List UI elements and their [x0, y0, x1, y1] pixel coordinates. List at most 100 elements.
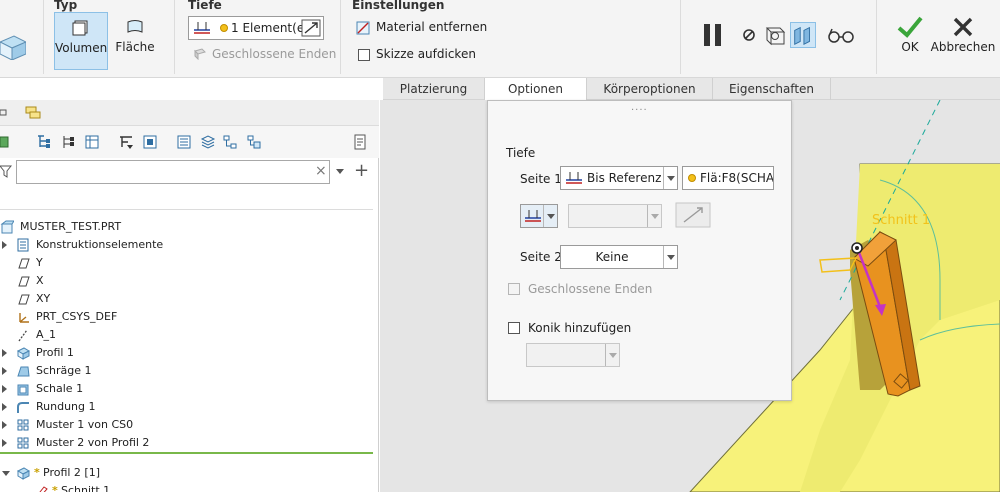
closed-ends-checkbox[interactable] [508, 283, 520, 295]
tab-options[interactable]: Optionen [485, 78, 587, 101]
ok-button-label: OK [901, 40, 919, 54]
taper-angle-select[interactable] [526, 343, 620, 367]
cancel-button[interactable]: Abbrechen [930, 14, 996, 62]
tree-filter-input[interactable] [16, 160, 330, 184]
expand-icon[interactable] [2, 439, 7, 447]
tree-item[interactable]: Rundung 1 [0, 398, 373, 416]
tree-item[interactable]: A_1 [0, 326, 373, 344]
volume-button[interactable]: Volumen [54, 12, 108, 70]
expand-icon[interactable] [2, 349, 7, 357]
layers-icon[interactable] [200, 134, 216, 150]
tree-settings-icon[interactable] [118, 134, 134, 150]
pattern-icon [17, 419, 29, 431]
tree-item[interactable]: MUSTER_TEST.PRT [0, 218, 373, 236]
filter-dropdown-icon[interactable] [336, 169, 344, 174]
tree-item-label: Muster 2 von Profil 2 [36, 436, 150, 449]
part-tree-icon[interactable] [0, 134, 10, 150]
depth-symbol-icon [525, 210, 541, 222]
tree-item[interactable]: Y [0, 254, 373, 272]
hierarchy-icon[interactable] [222, 134, 238, 150]
preview-mesh-icon[interactable] [762, 22, 788, 48]
side1-depth-value-select[interactable] [568, 204, 662, 228]
glasses-icon[interactable] [826, 22, 856, 48]
side2-depth-select[interactable]: Keine [560, 245, 678, 269]
tree-item[interactable]: Profil 1 [0, 344, 373, 362]
expand-icon[interactable] [2, 367, 7, 375]
cancel-button-label: Abbrechen [930, 40, 996, 54]
separator [876, 0, 877, 74]
surface-icon [127, 20, 143, 33]
tree-item-label: Y [36, 256, 43, 269]
layer-icon [17, 238, 29, 252]
tree-structure-icon[interactable] [246, 134, 262, 150]
expand-icon[interactable] [2, 421, 7, 429]
csys-icon [19, 313, 29, 323]
collapse-icon[interactable] [2, 471, 10, 476]
checkmark-icon [897, 16, 923, 38]
tab-placement[interactable]: Platzierung [383, 78, 485, 100]
datum-plane-icon [18, 276, 30, 287]
chevron-down-icon [543, 205, 557, 227]
tab-body-options[interactable]: Körperoptionen [587, 78, 713, 100]
no-preview-icon[interactable] [737, 22, 763, 48]
tree-item[interactable]: PRT_CSYS_DEF [0, 308, 373, 326]
model-tree-toolbar [0, 126, 379, 158]
thicken-sketch-checkbox[interactable] [358, 49, 370, 61]
remove-material-toggle[interactable]: Material entfernen [376, 20, 487, 34]
tree-item[interactable]: X [0, 272, 373, 290]
tree-mode-icon[interactable] [0, 107, 10, 119]
side1-reference-field[interactable]: Flä:F8(SCHAL [682, 166, 774, 190]
tree-columns-icon[interactable] [84, 134, 100, 150]
tree-item-label: Muster 1 von CS0 [36, 418, 134, 431]
tree-item-label: XY [36, 292, 51, 305]
tree-item[interactable]: * Schnitt 1 [0, 482, 373, 492]
expand-icon[interactable] [2, 403, 7, 411]
surface-button[interactable]: Fläche [108, 12, 162, 70]
insert-here-indicator[interactable] [0, 452, 373, 454]
separator [43, 0, 44, 74]
expand-icon[interactable] [2, 385, 7, 393]
ribbon: Typ Volumen Fläche Tiefe 1 Element(e) Ge… [0, 0, 1000, 78]
sketch-label: Schnitt 1 [872, 213, 930, 228]
tree-list-icon[interactable] [176, 134, 192, 150]
ok-button[interactable]: OK [893, 14, 927, 62]
add-taper-checkbox[interactable] [508, 322, 520, 334]
tree-item[interactable]: * Profil 2 [1] [0, 464, 373, 482]
tree-report-icon[interactable] [352, 134, 368, 150]
side1-depth-select[interactable]: Bis Referenz [560, 166, 678, 190]
clear-filter-icon[interactable]: × [315, 163, 327, 179]
closed-ends-option[interactable]: Geschlossene Enden [212, 47, 336, 61]
dashboard-tabs: Platzierung Optionen Körperoptionen Eige… [383, 78, 1000, 101]
expand-icon[interactable] [2, 241, 7, 249]
pattern-icon [17, 437, 29, 449]
layer-tree-icon[interactable] [24, 104, 42, 122]
tree-item[interactable]: Schale 1 [0, 380, 373, 398]
verify-preview-icon[interactable] [790, 22, 816, 48]
add-filter-icon[interactable]: + [354, 160, 369, 181]
tree-item-label: Rundung 1 [36, 400, 96, 413]
panel-grip[interactable]: ···· [631, 105, 648, 116]
flip-direction-icon[interactable] [301, 19, 321, 37]
pause-icon[interactable] [700, 22, 726, 48]
tree-item[interactable]: Muster 1 von CS0 [0, 416, 373, 434]
tree-item[interactable]: Schräge 1 [0, 362, 373, 380]
tree-item-label: Profil 2 [1] [43, 466, 101, 479]
tab-properties[interactable]: Eigenschaften [713, 78, 831, 100]
tree-show-icon[interactable] [142, 134, 158, 150]
tree-item-label: A_1 [36, 328, 57, 341]
tree-item[interactable]: Konstruktionselemente [0, 236, 373, 254]
closed-ends-label: Geschlossene Enden [528, 282, 653, 296]
depth-reference-field[interactable]: 1 Element(e) [188, 16, 324, 40]
tree-expand-icon[interactable] [60, 134, 76, 150]
flip-side-icon[interactable] [672, 202, 712, 228]
filter-icon[interactable] [0, 163, 12, 179]
part-icon [0, 220, 14, 234]
tree-item-label: Profil 1 [36, 346, 74, 359]
remove-material-icon [356, 21, 370, 35]
tree-item[interactable]: XY [0, 290, 373, 308]
reference-dot-icon [688, 174, 696, 182]
tree-item[interactable]: Muster 2 von Profil 2 [0, 434, 373, 452]
side1-depth-type-button[interactable] [520, 204, 558, 228]
tree-filter-icon[interactable] [36, 134, 52, 150]
closed-ends-icon [194, 48, 206, 60]
